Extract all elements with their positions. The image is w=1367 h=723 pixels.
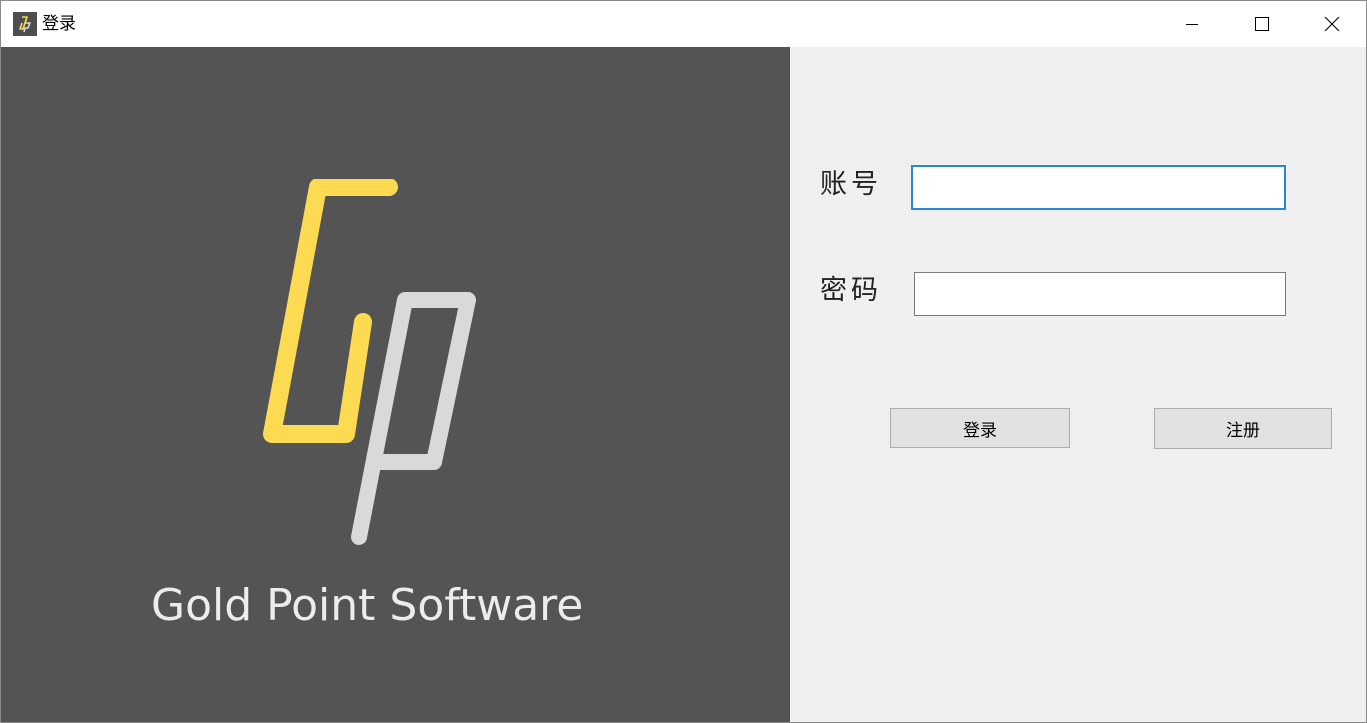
account-label: 账号 — [820, 169, 882, 200]
minimize-icon — [1186, 24, 1198, 25]
login-window: 登录 Gold Point Software 账号 密码 登录 注册 — [0, 0, 1367, 723]
minimize-button[interactable] — [1157, 1, 1227, 47]
logo-p-shape — [351, 292, 476, 545]
close-icon — [1324, 16, 1340, 32]
register-button[interactable]: 注册 — [1154, 408, 1332, 449]
login-form: 账号 密码 登录 注册 — [790, 47, 1366, 722]
close-button[interactable] — [1297, 1, 1366, 47]
title-bar[interactable]: 登录 — [1, 1, 1366, 47]
logo-g-shape — [263, 179, 398, 443]
maximize-icon — [1255, 17, 1269, 31]
password-label: 密码 — [820, 275, 882, 306]
maximize-button[interactable] — [1227, 1, 1297, 47]
brand-name: Gold Point Software — [151, 580, 584, 631]
password-input[interactable] — [914, 272, 1286, 316]
login-button[interactable]: 登录 — [890, 408, 1070, 448]
app-logo-icon — [13, 12, 37, 36]
account-input[interactable] — [911, 165, 1286, 210]
window-title: 登录 — [42, 14, 76, 34]
gold-point-logo — [263, 179, 476, 545]
brand-panel: Gold Point Software — [1, 47, 790, 722]
